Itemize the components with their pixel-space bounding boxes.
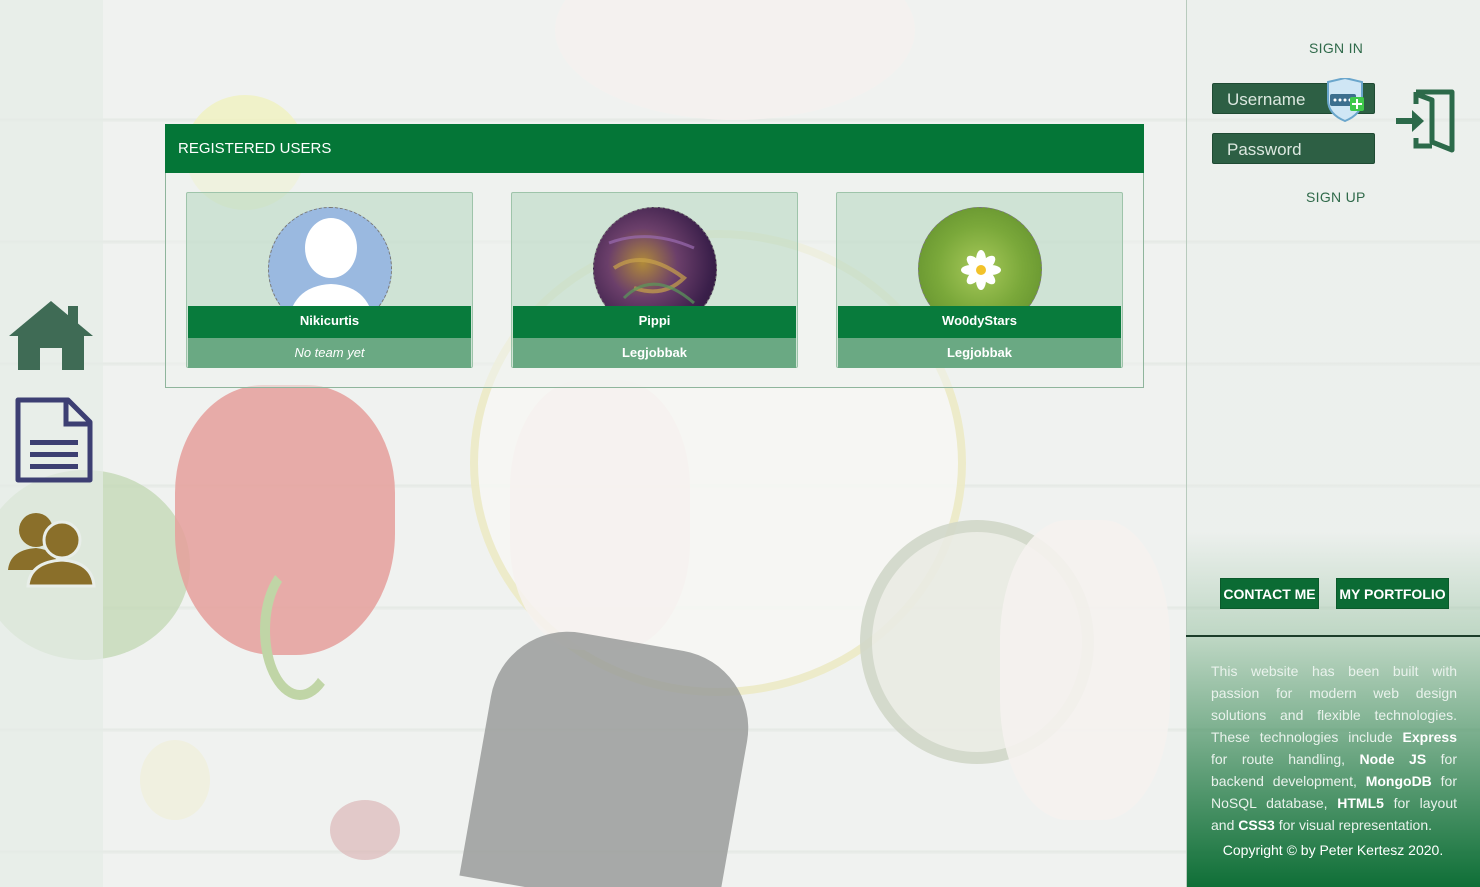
user-team: Legjobbak xyxy=(513,338,796,368)
user-card[interactable]: Nikicurtis No team yet xyxy=(186,192,473,368)
users-icon[interactable] xyxy=(6,508,96,588)
user-card[interactable]: Pippi Legjobbak xyxy=(511,192,798,368)
user-name: Wo0dyStars xyxy=(838,306,1121,338)
copyright-text: Copyright © by Peter Kertesz 2020. xyxy=(1222,842,1444,858)
document-icon[interactable] xyxy=(6,396,96,486)
sidebar-divider xyxy=(1186,635,1480,637)
home-icon[interactable] xyxy=(6,298,96,373)
user-name: Nikicurtis xyxy=(188,306,471,338)
user-card[interactable]: Wo0dyStars Legjobbak xyxy=(836,192,1123,368)
password-field[interactable]: Password xyxy=(1212,133,1375,164)
contact-me-button[interactable]: CONTACT ME xyxy=(1220,578,1319,609)
sign-in-link[interactable]: SIGN IN xyxy=(1309,40,1363,56)
my-portfolio-button[interactable]: MY PORTFOLIO xyxy=(1336,578,1449,609)
login-icon[interactable] xyxy=(1394,88,1456,154)
user-team: No team yet xyxy=(188,338,471,368)
about-text: This website has been built with passion… xyxy=(1211,663,1457,833)
user-name: Pippi xyxy=(513,306,796,338)
registered-users-title: REGISTERED USERS xyxy=(165,124,1144,173)
user-team: Legjobbak xyxy=(838,338,1121,368)
sign-up-link[interactable]: SIGN UP xyxy=(1306,189,1366,205)
password-manager-icon[interactable] xyxy=(1325,76,1367,123)
left-navigation xyxy=(0,0,103,887)
